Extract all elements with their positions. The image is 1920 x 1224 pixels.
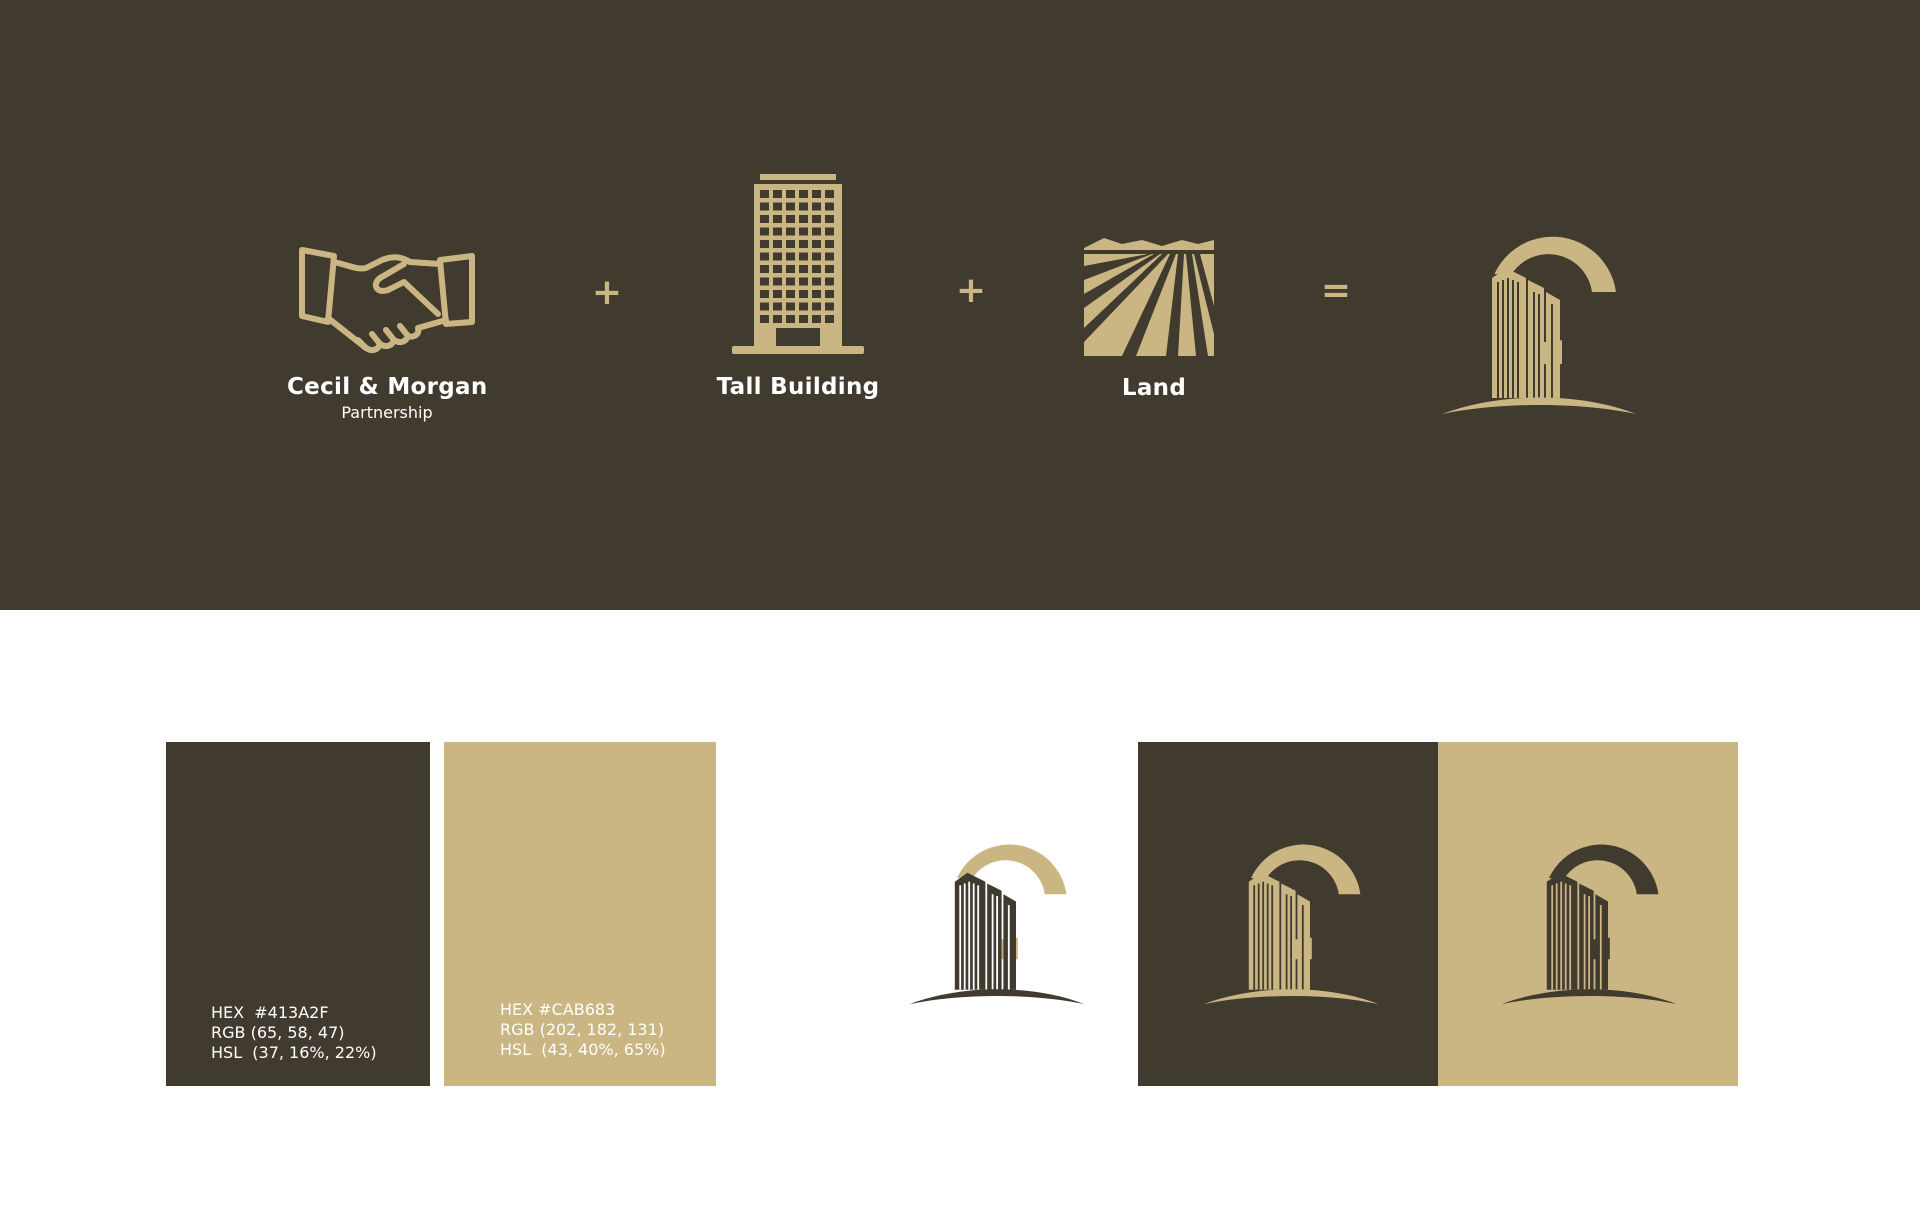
swatch-gold-rgb: RGB (202, 182, 131) xyxy=(500,1020,665,1039)
handshake-icon xyxy=(299,247,475,354)
building-window xyxy=(799,265,808,273)
building-window xyxy=(799,302,808,311)
building-window xyxy=(799,215,808,223)
building-window xyxy=(760,215,769,223)
building-window xyxy=(786,315,795,323)
equals-operator: = xyxy=(1320,270,1352,311)
building-window xyxy=(773,190,782,198)
tall-building-label: Tall Building xyxy=(716,374,880,400)
building-window xyxy=(825,265,834,273)
swatch-dark-hsl: HSL (37, 16%, 22%) xyxy=(211,1043,377,1062)
building-window xyxy=(812,290,821,298)
building-window xyxy=(799,315,808,323)
building-window xyxy=(825,190,834,198)
swatch-gold-hsl: HSL (43, 40%, 65%) xyxy=(500,1040,666,1059)
building-window xyxy=(825,227,834,236)
building-window xyxy=(812,265,821,273)
building-window xyxy=(799,240,808,248)
land-field-icon xyxy=(1084,238,1214,356)
building-window xyxy=(825,302,834,311)
building-window xyxy=(773,202,782,211)
building-window xyxy=(812,215,821,223)
handshake-sublabel: Partnership xyxy=(341,403,433,422)
logo-on-white xyxy=(909,844,1085,1005)
building-window xyxy=(760,202,769,211)
land-label: Land xyxy=(1121,375,1187,401)
building-window xyxy=(812,302,821,311)
building-window xyxy=(773,302,782,311)
building-window xyxy=(786,190,795,198)
building-window xyxy=(773,277,782,286)
building-window xyxy=(812,315,821,323)
building-window xyxy=(760,240,769,248)
building-window xyxy=(825,315,834,323)
building-window xyxy=(773,315,782,323)
building-window xyxy=(773,290,782,298)
plus-operator-2: + xyxy=(955,270,987,311)
building-window xyxy=(773,252,782,261)
building-window xyxy=(799,252,808,261)
building-window xyxy=(760,290,769,298)
building-window xyxy=(812,202,821,211)
building-window xyxy=(825,215,834,223)
building-window xyxy=(760,315,769,323)
building-window xyxy=(799,202,808,211)
building-window xyxy=(760,265,769,273)
building-window xyxy=(799,227,808,236)
plus-operator-1: + xyxy=(591,272,623,313)
building-window xyxy=(812,227,821,236)
swatch-dark-hex: HEX #413A2F xyxy=(211,1003,329,1022)
building-window xyxy=(760,190,769,198)
building-window xyxy=(760,302,769,311)
building-window xyxy=(786,265,795,273)
building-window xyxy=(825,240,834,248)
building-window xyxy=(760,277,769,286)
building-window xyxy=(786,277,795,286)
handshake-label: Cecil & Morgan xyxy=(287,374,488,400)
building-window xyxy=(825,202,834,211)
building-window xyxy=(799,190,808,198)
building-window xyxy=(825,277,834,286)
swatch-gold-hex: HEX #CAB683 xyxy=(500,1000,616,1019)
swatch-dark-rgb: RGB (65, 58, 47) xyxy=(211,1023,345,1042)
tall-building-icon xyxy=(732,174,864,354)
building-window xyxy=(786,302,795,311)
logo-on-gold xyxy=(1501,844,1677,1005)
building-window xyxy=(799,277,808,286)
building-window xyxy=(812,277,821,286)
building-window xyxy=(773,240,782,248)
building-window xyxy=(812,252,821,261)
building-c-logo-icon xyxy=(1442,236,1636,414)
logo-on-dark xyxy=(1203,844,1379,1005)
building-window xyxy=(773,265,782,273)
building-window xyxy=(786,240,795,248)
building-window xyxy=(786,290,795,298)
building-window xyxy=(825,252,834,261)
building-window xyxy=(799,290,808,298)
building-window xyxy=(825,290,834,298)
building-window xyxy=(786,252,795,261)
building-window xyxy=(773,215,782,223)
building-window xyxy=(786,215,795,223)
building-window xyxy=(812,190,821,198)
building-window xyxy=(786,227,795,236)
building-window xyxy=(760,252,769,261)
building-window xyxy=(786,202,795,211)
building-window xyxy=(760,227,769,236)
building-window xyxy=(812,240,821,248)
building-window xyxy=(773,227,782,236)
